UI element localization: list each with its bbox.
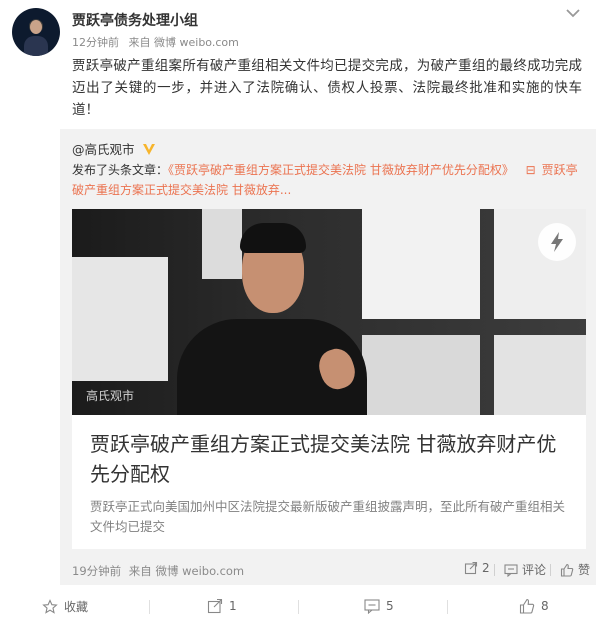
avatar-body (24, 36, 48, 56)
post-source: 来自 微博 weibo.com (128, 36, 239, 49)
forward-icon (464, 561, 478, 575)
repost-time[interactable]: 19分钟前 (72, 564, 121, 578)
bg-panel (494, 335, 586, 415)
repost-meta: 19分钟前 来自 微博 weibo.com (72, 563, 244, 579)
comment-count: 5 (386, 599, 394, 613)
star-icon (42, 598, 58, 614)
article-card-description: 贾跃亭正式向美国加州中区法院提交最新版破产重组披露声明，至此所有破产重组相关文件… (90, 499, 566, 534)
like-button[interactable]: 8 (519, 598, 549, 614)
divider (494, 564, 495, 576)
divider (447, 600, 448, 614)
post-meta: 12分钟前 来自 微博 weibo.com (72, 34, 239, 50)
repost-author[interactable]: @高氏观市 (72, 139, 156, 158)
post-time[interactable]: 12分钟前 (72, 36, 119, 49)
repost-comment-label: 评论 (522, 563, 547, 577)
thumbs-up-icon (560, 563, 574, 577)
repost-count: 1 (229, 599, 237, 613)
repost-forward-count: 2 (482, 561, 490, 575)
divider (149, 600, 150, 614)
article-link-icon: ⊟ (525, 163, 536, 177)
bg-panel (72, 257, 168, 381)
article-title-link[interactable]: 《贾跃亭破产重组方案正式提交美法院 甘薇放弃财产优先分配权》 (168, 163, 514, 177)
repost-forward-button[interactable]: 2 (464, 561, 490, 575)
post-text: 贾跃亭破产重组案所有破产重组相关文件均已提交完成，为破产重组的最终成功完成迈出了… (72, 58, 582, 118)
chevron-down-icon[interactable] (564, 6, 582, 20)
image-watermark: 高氏观市 (86, 389, 135, 403)
weibo-post: 贾跃亭债务处理小组 12分钟前 来自 微博 weibo.com 贾跃亭破产重组案… (0, 0, 596, 625)
flash-button[interactable] (538, 223, 576, 261)
bg-panel (362, 209, 480, 319)
article-image[interactable]: 高氏观市 (72, 209, 586, 415)
repost-footer: 19分钟前 来自 微博 weibo.com 2 评论 赞 (72, 561, 590, 581)
bg-panel (362, 335, 480, 415)
avatar[interactable] (12, 8, 60, 56)
forward-icon (207, 598, 223, 614)
repost-block: @高氏观市 发布了头条文章：《贾跃亭破产重组方案正式提交美法院 甘薇放弃财产优先… (60, 129, 596, 585)
repost-button[interactable]: 1 (207, 598, 237, 614)
repost-prefix: 发布了头条文章： (72, 163, 169, 177)
thumbs-up-icon (519, 598, 535, 614)
verified-v-icon (142, 144, 155, 155)
favorite-button[interactable]: 收藏 (42, 598, 88, 615)
divider (550, 564, 551, 576)
repost-like-button[interactable]: 赞 (560, 561, 590, 578)
repost-author-name[interactable]: @高氏观市 (72, 142, 135, 157)
repost-like-label: 赞 (578, 563, 591, 577)
comment-icon (504, 563, 518, 577)
bg-panel (202, 209, 242, 279)
comment-icon (364, 599, 380, 614)
comment-button[interactable]: 5 (364, 598, 394, 614)
divider (298, 600, 299, 614)
lightning-icon (551, 232, 563, 252)
author-name[interactable]: 贾跃亭债务处理小组 (72, 10, 198, 30)
avatar-face (30, 20, 42, 34)
repost-source: 来自 微博 weibo.com (128, 564, 245, 578)
article-card[interactable]: 高氏观市 贾跃亭破产重组方案正式提交美法院 甘薇放弃财产优先分配权 贾跃亭正式向… (72, 209, 586, 549)
repost-text: 发布了头条文章：《贾跃亭破产重组方案正式提交美法院 甘薇放弃财产优先分配权》 ⊟… (72, 160, 588, 200)
repost-comment-button[interactable]: 评论 (504, 561, 546, 578)
favorite-label: 收藏 (64, 600, 89, 614)
article-card-title[interactable]: 贾跃亭破产重组方案正式提交美法院 甘薇放弃财产优先分配权 (90, 429, 570, 489)
action-bar: 收藏 1 5 8 (0, 591, 596, 623)
like-count: 8 (541, 599, 549, 613)
person-hair (240, 223, 306, 253)
